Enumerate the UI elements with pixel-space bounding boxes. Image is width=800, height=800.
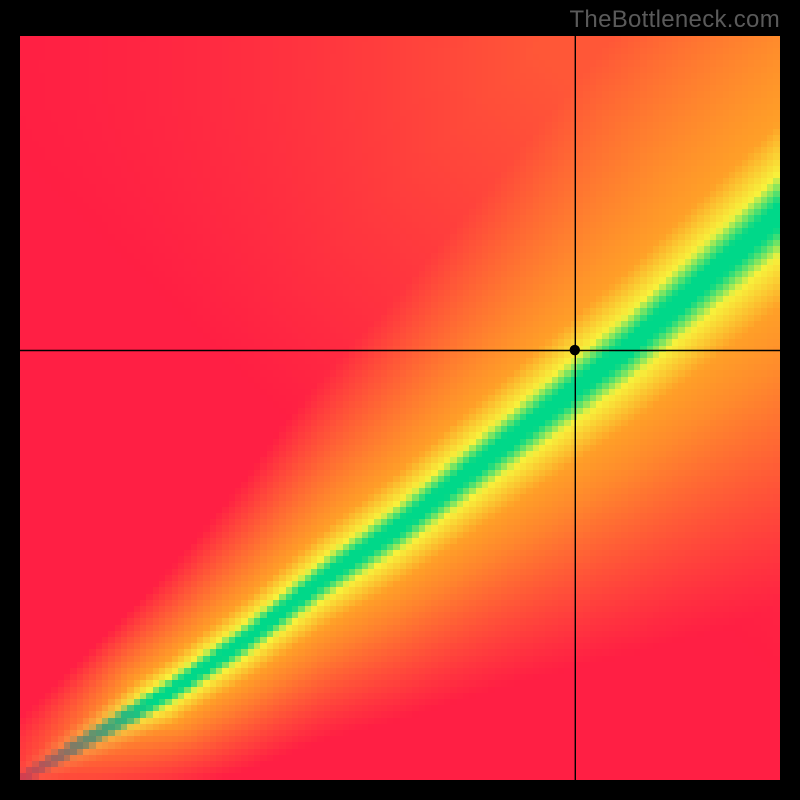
watermark-label: TheBottleneck.com	[569, 6, 780, 34]
bottleneck-heatmap	[20, 36, 780, 780]
chart-frame: TheBottleneck.com	[0, 0, 800, 800]
plot-area	[20, 36, 780, 780]
